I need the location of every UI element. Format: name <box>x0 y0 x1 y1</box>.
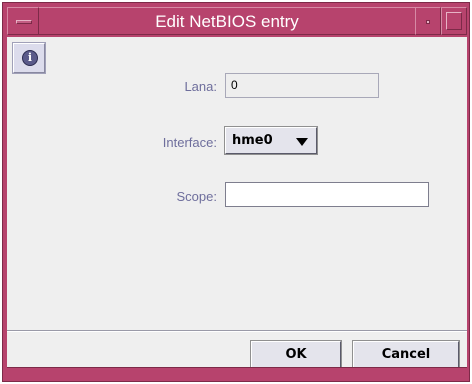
lana-label: Lana: <box>184 79 217 94</box>
interface-selected-value: hme0 <box>232 133 273 148</box>
window-menu-icon <box>16 20 32 24</box>
button-divider <box>7 330 467 332</box>
title-bar[interactable]: Edit NetBIOS entry <box>7 7 467 35</box>
window-title: Edit NetBIOS entry <box>39 7 415 35</box>
minimize-icon <box>426 20 430 24</box>
maximize-button[interactable] <box>441 7 467 35</box>
window-menu-button[interactable] <box>7 7 39 35</box>
window-bottom-frame[interactable] <box>7 367 467 379</box>
ok-button[interactable]: OK <box>250 340 342 370</box>
lana-field: 0 <box>225 73 379 98</box>
scope-input[interactable] <box>225 182 429 207</box>
caret-down-icon <box>296 138 308 146</box>
maximize-icon <box>446 12 462 30</box>
dialog-window: Edit NetBIOS entry i Lana: 0 Interface: … <box>2 2 470 382</box>
info-button[interactable]: i <box>12 42 46 74</box>
cancel-button[interactable]: Cancel <box>352 340 460 370</box>
scope-label: Scope: <box>176 189 217 204</box>
dialog-content: i Lana: 0 Interface: hme0 Scope: OK Canc… <box>7 37 467 370</box>
interface-select[interactable]: hme0 <box>224 126 318 155</box>
info-icon: i <box>22 50 38 66</box>
interface-label: Interface: <box>162 135 217 150</box>
minimize-button[interactable] <box>415 7 441 35</box>
